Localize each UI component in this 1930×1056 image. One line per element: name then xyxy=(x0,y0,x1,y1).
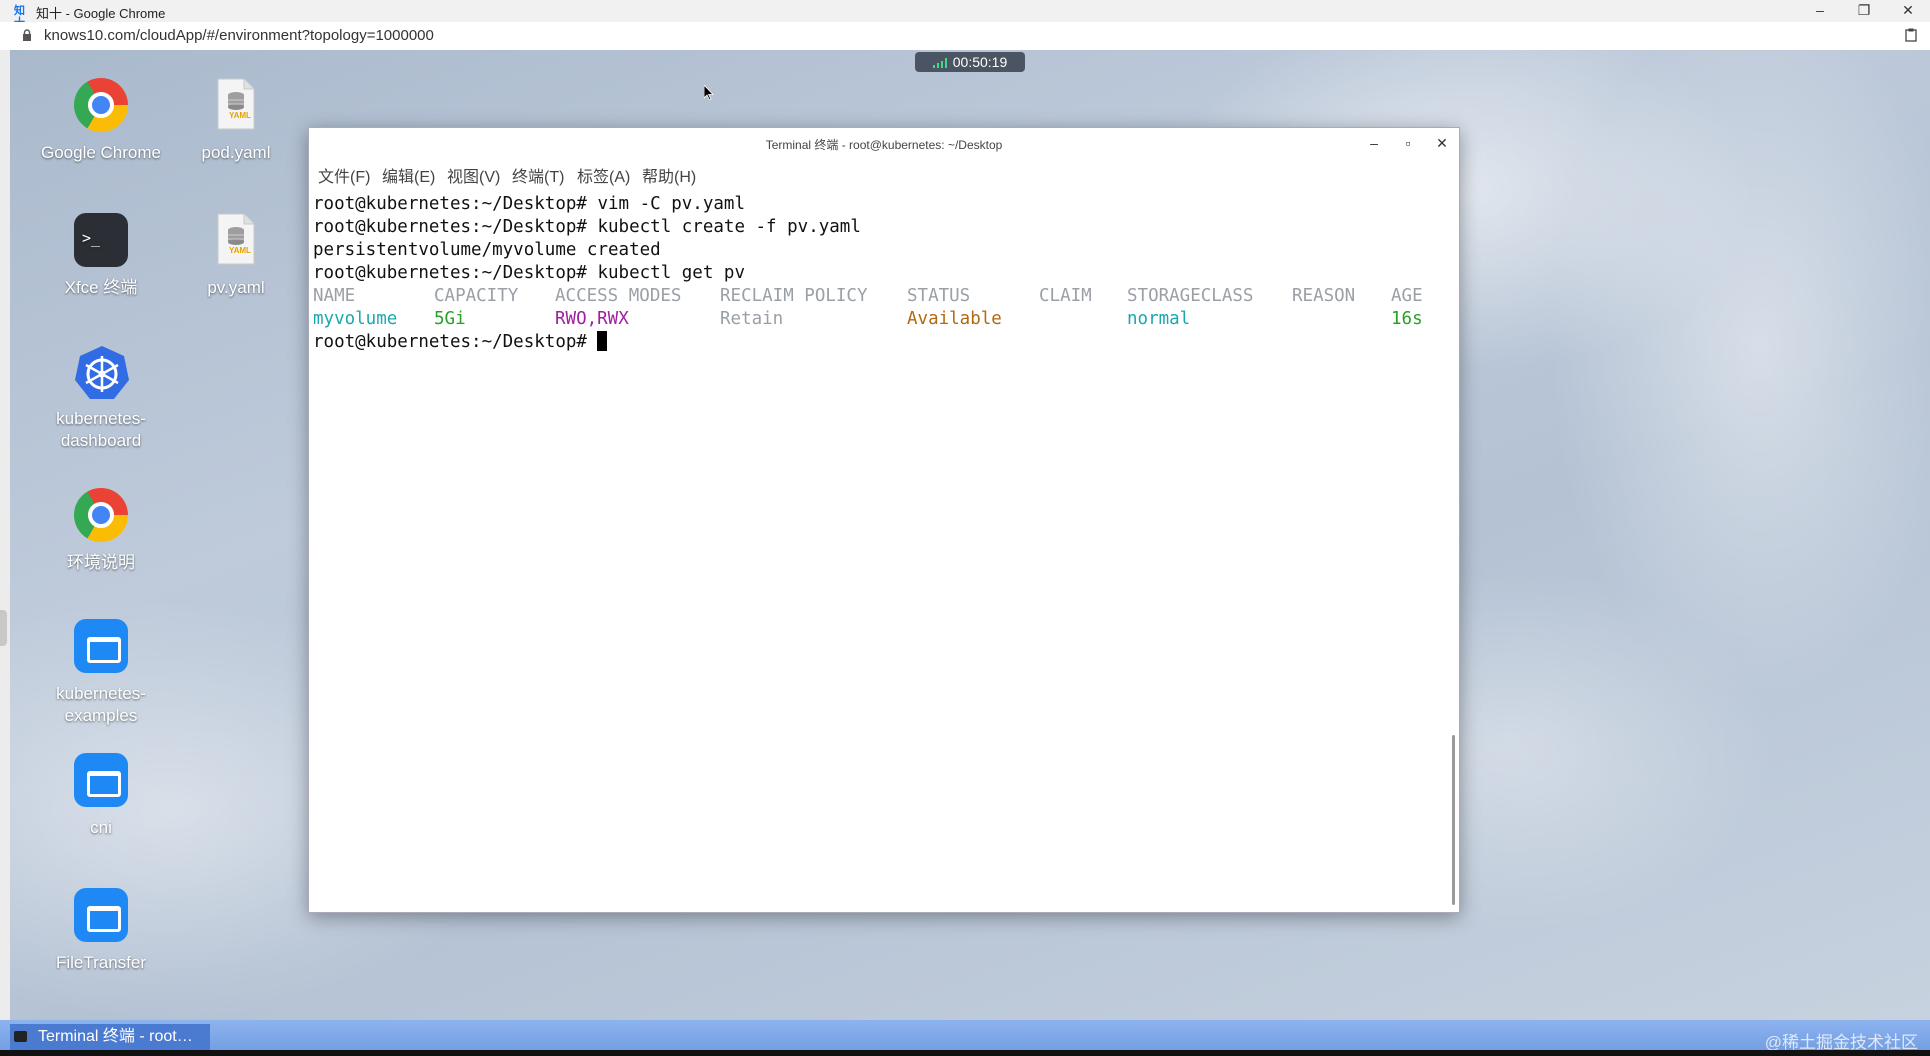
terminal-scrollbar[interactable] xyxy=(1452,735,1455,905)
url-text[interactable]: knows10.com/cloudApp/#/environment?topol… xyxy=(44,27,434,44)
desktop-icon-filetransfer[interactable]: FileTransfer xyxy=(31,888,171,974)
yaml-badge: YAML xyxy=(229,111,251,120)
desktop-icon-xfce-terminal[interactable]: >_ Xfce 终端 xyxy=(31,213,171,299)
pv-table-row: myvolume 5Gi RWO,RWX Retain Available no… xyxy=(313,308,1448,331)
pv-name: myvolume xyxy=(313,309,398,329)
terminal-icon xyxy=(14,1031,27,1042)
col-capacity: CAPACITY xyxy=(434,286,519,306)
signal-icon xyxy=(932,58,947,68)
bottom-edge xyxy=(0,1050,1930,1056)
chrome-icon xyxy=(74,78,128,132)
pv-age: 16s xyxy=(1391,309,1423,329)
desktop-icon-pv-yaml[interactable]: YAML pv.yaml xyxy=(166,213,306,299)
yaml-badge: YAML xyxy=(229,246,251,255)
col-storageclass: STORAGECLASS xyxy=(1127,286,1254,306)
col-reclaim-policy: RECLAIM POLICY xyxy=(720,286,868,306)
kubernetes-icon xyxy=(75,346,129,399)
clipboard-icon[interactable] xyxy=(1904,28,1918,42)
col-status: STATUS xyxy=(907,286,971,306)
terminal-minimize-button[interactable]: – xyxy=(1363,132,1385,154)
pv-reclaim-policy: Retain xyxy=(720,309,784,329)
terminal-menubar: 文件(F) 编辑(E) 视图(V) 终端(T) 标签(A) 帮助(H) xyxy=(309,163,1459,187)
desktop-icon-google-chrome[interactable]: Google Chrome xyxy=(31,78,171,164)
terminal-line: persistentvolume/myvolume created xyxy=(313,240,661,260)
col-reason: REASON xyxy=(1292,286,1356,306)
desktop-icon-kubernetes-examples[interactable]: kubernetes- examples xyxy=(31,619,171,727)
terminal-output[interactable]: root@kubernetes:~/Desktop# vim -C pv.yam… xyxy=(313,193,1448,908)
folder-icon xyxy=(74,753,128,807)
yaml-file-icon xyxy=(217,78,255,130)
timer-text: 00:50:19 xyxy=(952,54,1008,70)
yaml-file-icon xyxy=(217,213,255,265)
window-title: 知十 - Google Chrome xyxy=(36,6,166,21)
col-age: AGE xyxy=(1391,286,1423,306)
terminal-prompt-line: root@kubernetes:~/Desktop# xyxy=(313,331,608,354)
menu-terminal[interactable]: 终端(T) xyxy=(512,163,564,187)
col-name: NAME xyxy=(313,286,356,306)
close-button[interactable]: ✕ xyxy=(1886,0,1930,22)
terminal-line: root@kubernetes:~/Desktop# kubectl creat… xyxy=(313,217,861,237)
terminal-icon: >_ xyxy=(74,213,128,267)
taskbar-item-terminal[interactable]: Terminal 终端 - root… xyxy=(10,1024,210,1050)
menu-edit[interactable]: 编辑(E) xyxy=(382,163,435,187)
pv-capacity: 5Gi xyxy=(434,309,466,329)
desktop-icon-kubernetes-dashboard[interactable]: kubernetes- dashboard xyxy=(31,344,171,452)
mouse-cursor-icon xyxy=(704,85,714,101)
pv-storageclass: normal xyxy=(1127,309,1191,329)
desktop-icon-cni[interactable]: cni xyxy=(31,753,171,839)
desktop-icon-pod-yaml[interactable]: YAML pod.yaml xyxy=(166,78,306,164)
pv-status: Available xyxy=(907,309,1002,329)
menu-view[interactable]: 视图(V) xyxy=(447,163,500,187)
terminal-titlebar[interactable]: Terminal 终端 - root@kubernetes: ~/Desktop… xyxy=(309,128,1459,158)
col-claim: CLAIM xyxy=(1039,286,1092,306)
minimize-button[interactable]: – xyxy=(1798,0,1842,22)
text-cursor xyxy=(597,331,608,351)
menu-help[interactable]: 帮助(H) xyxy=(642,163,696,187)
left-panel-edge xyxy=(0,50,10,1020)
terminal-line: root@kubernetes:~/Desktop# kubectl get p… xyxy=(313,263,745,283)
terminal-close-button[interactable]: ✕ xyxy=(1431,132,1453,154)
menu-file[interactable]: 文件(F) xyxy=(318,163,370,187)
panel-handle[interactable] xyxy=(0,610,7,646)
terminal-line: root@kubernetes:~/Desktop# vim -C pv.yam… xyxy=(313,194,745,214)
folder-icon xyxy=(74,888,128,942)
terminal-window[interactable]: Terminal 终端 - root@kubernetes: ~/Desktop… xyxy=(308,127,1460,913)
lock-icon xyxy=(23,29,31,41)
chrome-icon xyxy=(74,488,128,542)
restore-button[interactable]: ❐ xyxy=(1842,0,1886,22)
terminal-maximize-button[interactable]: ▫ xyxy=(1397,132,1419,154)
address-bar[interactable]: knows10.com/cloudApp/#/environment?topol… xyxy=(0,22,1930,51)
session-timer: 00:50:19 xyxy=(915,52,1025,72)
desktop-icon-huanjing-shuoming[interactable]: 环境说明 xyxy=(31,488,171,574)
browser-title-bar: 知十 知十 - Google Chrome – ❐ ✕ xyxy=(0,0,1930,29)
folder-icon xyxy=(74,619,128,673)
menu-tabs[interactable]: 标签(A) xyxy=(577,163,630,187)
col-access-modes: ACCESS MODES xyxy=(555,286,682,306)
pv-table-header: NAME CAPACITY ACCESS MODES RECLAIM POLIC… xyxy=(313,285,1448,308)
site-favicon: 知十 xyxy=(14,5,25,29)
terminal-title: Terminal 终端 - root@kubernetes: ~/Desktop xyxy=(765,138,1003,152)
pv-access-modes: RWO,RWX xyxy=(555,309,629,329)
